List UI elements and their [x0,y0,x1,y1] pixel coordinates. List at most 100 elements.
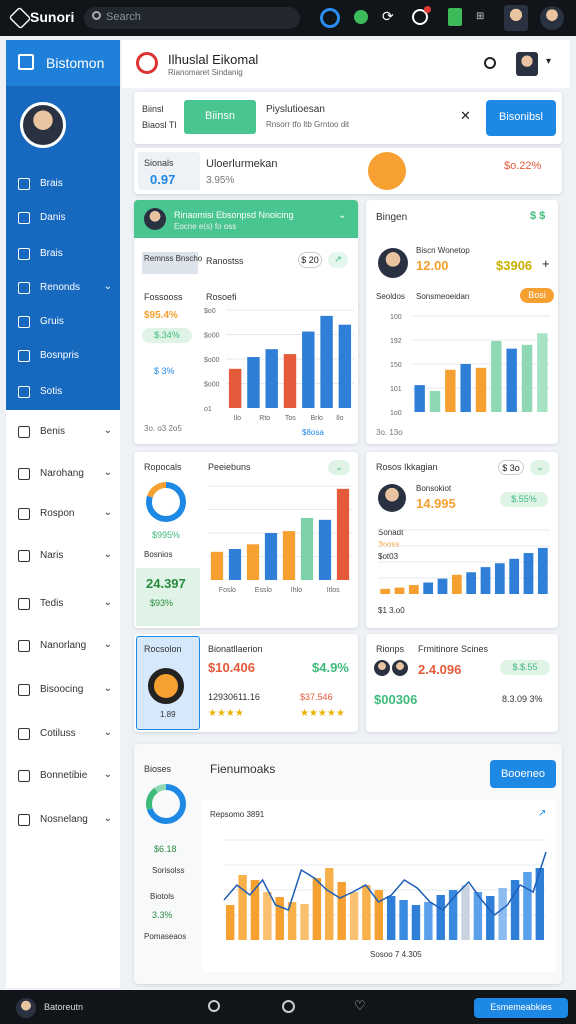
chevron-down-icon[interactable]: ⌄ [104,683,112,694]
filter-bar: Biinsl Biaosl Tl Biinsn Piyslutioesan Rn… [134,92,562,144]
header-avatar[interactable] [516,52,538,76]
search-icon[interactable] [208,1000,220,1012]
chevron-down-icon[interactable]: ⌄ [328,460,350,475]
value-1: $10.406 [208,660,255,675]
user-avatar[interactable] [504,5,528,31]
x-tick-label: Foslo [219,587,236,594]
sidebar-item[interactable]: Cotiluss ⌄ [6,720,120,750]
value-3: 12930611.16 [208,692,260,702]
bar [509,558,520,594]
y-tick-label: o1 [204,406,212,413]
sidebar-avatar[interactable] [20,102,66,148]
app-logo-icon[interactable] [8,6,32,30]
chevron-down-icon[interactable]: ⌄ [104,425,112,436]
filter-input[interactable]: Rnsorr tfo ltb Grntoo dit [266,120,349,129]
bar [460,364,471,412]
chevron-down-icon[interactable]: ⌄ [104,549,112,560]
submit-button[interactable]: Bisonibsl [486,100,556,136]
bar [537,333,548,412]
bar [436,895,445,940]
kagian-card: Rosos Ikkagian $ 3o ⌄ Bonsokiot 14.995 $… [366,452,558,628]
profile-avatar[interactable] [540,6,564,30]
user-name: Batoreutn [44,1002,84,1012]
sidebar-item-label: Tedis [40,598,64,609]
y-tick-label: $o00 [204,333,220,340]
sidebar-item[interactable]: Brais [6,170,120,200]
close-icon[interactable]: ✕ [460,108,471,124]
frmitinore-card: Rionps Frmitinore Scines 2.4.096 $.$.55 … [366,634,558,732]
value-1: 12.00 [416,258,449,273]
y-tick-label: 150 [390,362,402,369]
donut-chart [146,784,186,824]
search-input[interactable]: Search [84,7,300,29]
bar [429,390,441,412]
expand-icon[interactable]: ↗ [538,808,546,819]
add-button[interactable]: + [542,256,550,271]
sidebar-item[interactable]: Gruis [6,308,120,338]
folder-icon [18,282,30,294]
chevron-down-icon[interactable]: ⌄ [104,813,112,824]
chevron-down-icon[interactable]: ⌄ [104,597,112,608]
top-bar: Sunori Search ⟳ ⊞ [0,0,576,36]
status-icon[interactable] [354,10,368,24]
chevron-down-icon[interactable]: ⌄ [104,467,112,478]
sidebar-item[interactable]: Nanorlang ⌄ [6,632,120,662]
sidebar-item[interactable]: Bisoocing ⌄ [6,676,120,706]
compass-icon[interactable] [282,1000,295,1013]
sidebar-item[interactable]: Benis ⌄ [6,418,120,448]
user-avatar[interactable] [16,998,36,1018]
chevron-down-icon[interactable]: ⌄ [104,727,112,738]
input-label: Piyslutioesan [266,104,325,115]
chevron-down-icon[interactable]: ⌄ [104,281,112,292]
person-avatar [378,484,406,512]
value-2: $4.9% [312,660,349,675]
green-pill: $.34% [142,328,192,343]
phone-icon[interactable] [448,8,462,26]
card-header-sub: Eocne e(s) fo oss [174,222,237,231]
chevron-down-icon[interactable]: ⌄ [104,639,112,650]
x-tick-label: Rto [259,415,270,422]
tag-pill[interactable]: Bosi [520,288,554,303]
refresh-icon[interactable]: ⟳ [382,8,394,25]
sidebar-item[interactable]: Tedis ⌄ [6,590,120,620]
chevron-down-icon[interactable]: ⌄ [104,507,112,518]
x-tick-label: Ilo [234,415,242,422]
sidebar-item[interactable]: Bonnetibie ⌄ [6,762,120,792]
book-button[interactable]: Booeneo [490,760,556,788]
filter-pill[interactable]: $ 3o [498,460,524,475]
chevron-down-icon[interactable]: ⌄ [530,460,550,475]
bingen-card: Bingen $ $ Biscn Wonetop 12.00 $3906 + S… [366,200,558,444]
card-label: Ropocals [144,462,182,472]
toggle-button[interactable]: Biinsn [184,100,256,134]
up-arrow-icon[interactable]: ↗ [328,252,348,268]
chevron-down-icon[interactable]: ▾ [546,56,551,67]
filter-pill[interactable]: $ 20 [298,252,322,268]
bar [523,553,534,594]
circle-icon[interactable] [320,8,340,28]
heart-icon[interactable]: ♡ [354,998,366,1014]
action-button[interactable]: Esmemeabkies [474,998,568,1018]
sidebar-item-label: Bosnpris [40,350,79,361]
sidebar-header: Bistomon [6,40,120,86]
sidebar-item[interactable]: Naris ⌄ [6,542,120,572]
repocals-card: Ropocals $995% Bosnios 24.397 $93% Peeie… [134,452,358,628]
chevron-down-icon[interactable]: ⌄ [104,769,112,780]
bar [451,574,462,594]
sidebar-item[interactable]: Sotis [6,378,120,408]
sidebar-item[interactable]: Bosnpris [6,342,120,372]
stat-pct: $93% [150,598,174,608]
rating-stars: ★★★★ [208,708,244,719]
sidebar-item[interactable]: Danis [6,204,120,234]
sidebar-item[interactable]: Brais [6,240,120,270]
bar [480,567,491,594]
chevron-down-icon[interactable]: ⌄ [338,210,346,221]
sidebar-item[interactable]: Renonds ⌄ [6,274,120,304]
menu-icon[interactable]: ⊞ [476,11,484,22]
row-label: Remnss Bnscho [144,254,203,263]
bionat-card: Rocsolon 1.89 Bionatllaerion $10.406 $4.… [134,634,358,732]
search-icon[interactable] [484,57,496,69]
y-tick-label: 1o0 [390,410,402,417]
sidebar-item[interactable]: Nosnelang ⌄ [6,806,120,836]
sidebar-item[interactable]: Narohang ⌄ [6,460,120,490]
sidebar-item[interactable]: Rospon ⌄ [6,500,120,530]
